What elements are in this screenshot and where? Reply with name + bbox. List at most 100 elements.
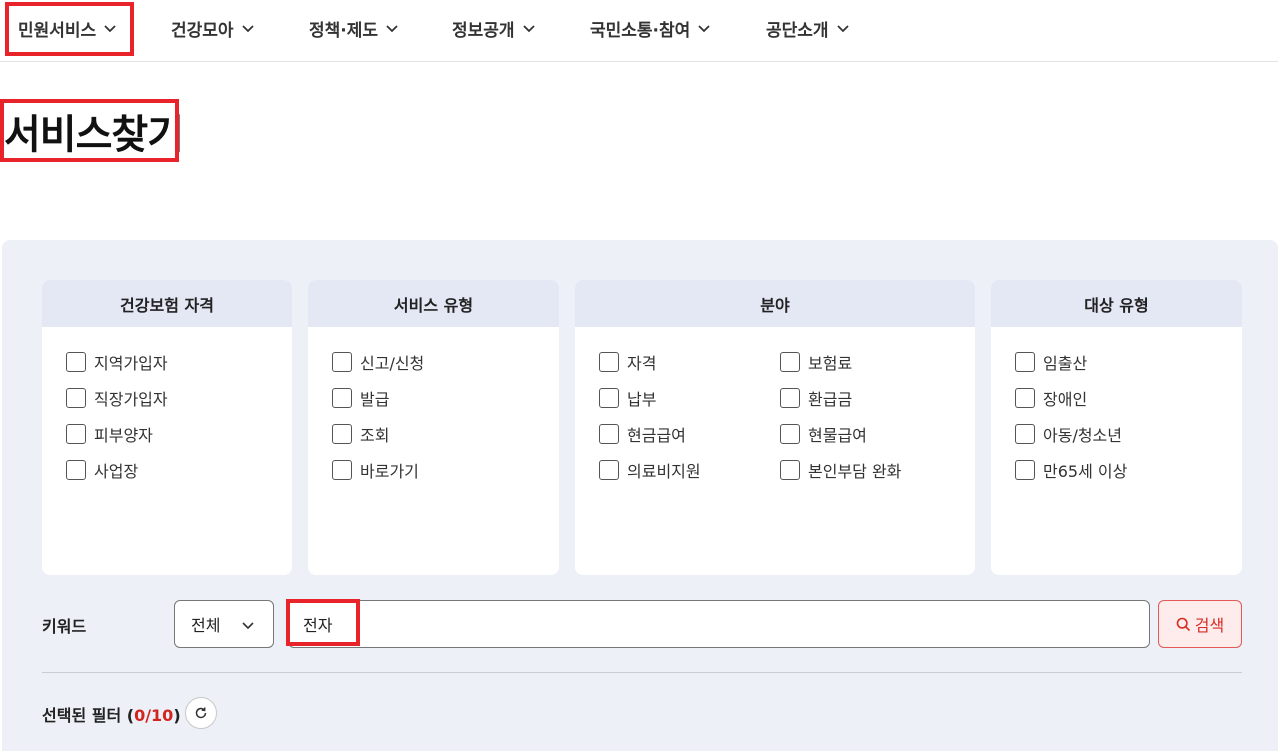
page-title: 서비스찾기 — [4, 112, 184, 158]
nav-item-about[interactable]: 공단소개 — [766, 0, 850, 56]
checkbox-label: 납부 — [627, 390, 657, 409]
checkbox-icon[interactable] — [780, 424, 800, 444]
nav-item-health[interactable]: 건강모아 — [171, 0, 255, 56]
chevron-down-icon — [386, 25, 398, 33]
checkbox-label: 직장가입자 — [94, 390, 168, 409]
nav-item-label: 국민소통·참여 — [590, 20, 691, 41]
checkbox-label: 바로가기 — [360, 462, 419, 481]
checkbox-dependent[interactable]: 피부양자 — [66, 422, 153, 446]
checkbox-medical-support[interactable]: 의료비지원 — [599, 458, 701, 482]
chevron-down-icon — [241, 25, 254, 33]
nav-item-label: 건강모아 — [171, 20, 234, 41]
keyword-label: 키워드 — [42, 617, 87, 636]
checkbox-label: 장애인 — [1043, 390, 1088, 409]
checkbox-regional-subscriber[interactable]: 지역가입자 — [66, 350, 168, 374]
checkbox-icon[interactable] — [1015, 424, 1035, 444]
checkbox-cash-benefit[interactable]: 현금급여 — [599, 422, 686, 446]
checkbox-label: 환급금 — [808, 390, 853, 409]
selected-filters-text: 선택된 필터 — [42, 706, 122, 725]
checkbox-child-youth[interactable]: 아동/청소년 — [1015, 422, 1122, 446]
nav-item-label: 정책·제도 — [309, 20, 379, 41]
checkbox-label: 의료비지원 — [627, 462, 701, 481]
filter-card-target-type: 대상 유형 임출산 장애인 아동/청소년 만65세 이상 — [991, 280, 1242, 575]
checkbox-label: 지역가입자 — [94, 354, 168, 373]
checkbox-icon[interactable] — [332, 388, 352, 408]
selected-filters-label: 선택된 필터 (0/10) — [42, 706, 181, 725]
checkbox-copay-relief[interactable]: 본인부담 완화 — [780, 458, 901, 482]
filter-card-field: 분야 자격 보험료 납부 환급금 현금급여 현물급여 의료비지원 본인부담 완화 — [575, 280, 975, 575]
checkbox-payment[interactable]: 납부 — [599, 386, 656, 410]
filter-card-title: 서비스 유형 — [308, 280, 559, 327]
checkbox-report-apply[interactable]: 신고/신청 — [332, 350, 424, 374]
checkbox-workplace-subscriber[interactable]: 직장가입자 — [66, 386, 168, 410]
chevron-down-icon — [242, 622, 254, 630]
chevron-down-icon — [104, 25, 116, 33]
checkbox-label: 피부양자 — [94, 426, 153, 445]
filter-card-qualification: 건강보험 자격 지역가입자 직장가입자 피부양자 사업장 — [42, 280, 292, 575]
filter-card-service-type: 서비스 유형 신고/신청 발급 조회 바로가기 — [308, 280, 559, 575]
checkbox-icon[interactable] — [66, 424, 86, 444]
checkbox-label: 신고/신청 — [360, 354, 425, 373]
checkbox-label: 현물급여 — [808, 426, 867, 445]
chevron-down-icon — [698, 25, 710, 33]
nav-item-disclosure[interactable]: 정보공개 — [452, 0, 536, 56]
checkbox-icon[interactable] — [66, 352, 86, 372]
checkbox-icon[interactable] — [66, 388, 86, 408]
checkbox-refund[interactable]: 환급금 — [780, 386, 852, 410]
checkbox-icon[interactable] — [780, 388, 800, 408]
checkbox-workplace[interactable]: 사업장 — [66, 458, 138, 482]
checkbox-icon[interactable] — [332, 424, 352, 444]
checkbox-premium[interactable]: 보험료 — [780, 350, 852, 374]
checkbox-in-kind-benefit[interactable]: 현물급여 — [780, 422, 867, 446]
checkbox-inquiry[interactable]: 조회 — [332, 422, 389, 446]
chevron-down-icon — [522, 25, 535, 33]
checkbox-label: 임출산 — [1043, 354, 1088, 373]
checkbox-shortcut[interactable]: 바로가기 — [332, 458, 419, 482]
checkbox-label: 만65세 이상 — [1043, 462, 1128, 481]
reset-filters-button[interactable] — [185, 697, 217, 729]
search-input[interactable] — [288, 600, 1150, 648]
checkbox-label: 조회 — [360, 426, 390, 445]
checkbox-pregnancy[interactable]: 임출산 — [1015, 350, 1087, 374]
checkbox-label: 보험료 — [808, 354, 853, 373]
search-scope-value: 전체 — [191, 616, 221, 635]
checkbox-icon[interactable] — [332, 460, 352, 480]
search-scope-select[interactable]: 전체 — [174, 600, 274, 648]
nav-item-label: 정보공개 — [452, 20, 515, 41]
checkbox-icon[interactable] — [1015, 460, 1035, 480]
checkbox-label: 자격 — [627, 354, 657, 373]
checkbox-icon[interactable] — [332, 352, 352, 372]
checkbox-label: 사업장 — [94, 462, 139, 481]
selected-filters-count: 0/10 — [134, 706, 174, 725]
checkbox-label: 아동/청소년 — [1043, 426, 1122, 445]
nav-item-civil-service[interactable]: 민원서비스 — [18, 0, 117, 56]
checkbox-senior[interactable]: 만65세 이상 — [1015, 458, 1127, 482]
checkbox-icon[interactable] — [599, 388, 619, 408]
filter-panel: 건강보험 자격 지역가입자 직장가입자 피부양자 사업장 서비스 유형 신고/신… — [2, 240, 1278, 751]
filter-card-title: 대상 유형 — [991, 280, 1242, 327]
top-navigation: 민원서비스 건강모아 정책·제도 정보공개 국민소통·참여 공단소개 — [0, 0, 1278, 62]
checkbox-qualification[interactable]: 자격 — [599, 350, 656, 374]
nav-item-label: 민원서비스 — [18, 20, 97, 41]
filter-card-title: 분야 — [575, 280, 975, 327]
checkbox-disabled[interactable]: 장애인 — [1015, 386, 1087, 410]
divider — [42, 672, 1242, 673]
checkbox-label: 현금급여 — [627, 426, 686, 445]
refresh-icon — [195, 707, 207, 719]
checkbox-issue[interactable]: 발급 — [332, 386, 389, 410]
checkbox-icon[interactable] — [599, 460, 619, 480]
search-button[interactable]: 검색 — [1158, 600, 1242, 648]
checkbox-icon[interactable] — [1015, 388, 1035, 408]
checkbox-icon[interactable] — [66, 460, 86, 480]
checkbox-icon[interactable] — [780, 460, 800, 480]
chevron-down-icon — [836, 25, 849, 33]
checkbox-icon[interactable] — [599, 424, 619, 444]
nav-item-participation[interactable]: 국민소통·참여 — [590, 0, 711, 56]
checkbox-label: 본인부담 완화 — [808, 462, 902, 481]
nav-item-policy[interactable]: 정책·제도 — [309, 0, 399, 56]
search-button-label: 검색 — [1194, 616, 1225, 635]
checkbox-label: 발급 — [360, 390, 390, 409]
checkbox-icon[interactable] — [780, 352, 800, 372]
checkbox-icon[interactable] — [1015, 352, 1035, 372]
checkbox-icon[interactable] — [599, 352, 619, 372]
